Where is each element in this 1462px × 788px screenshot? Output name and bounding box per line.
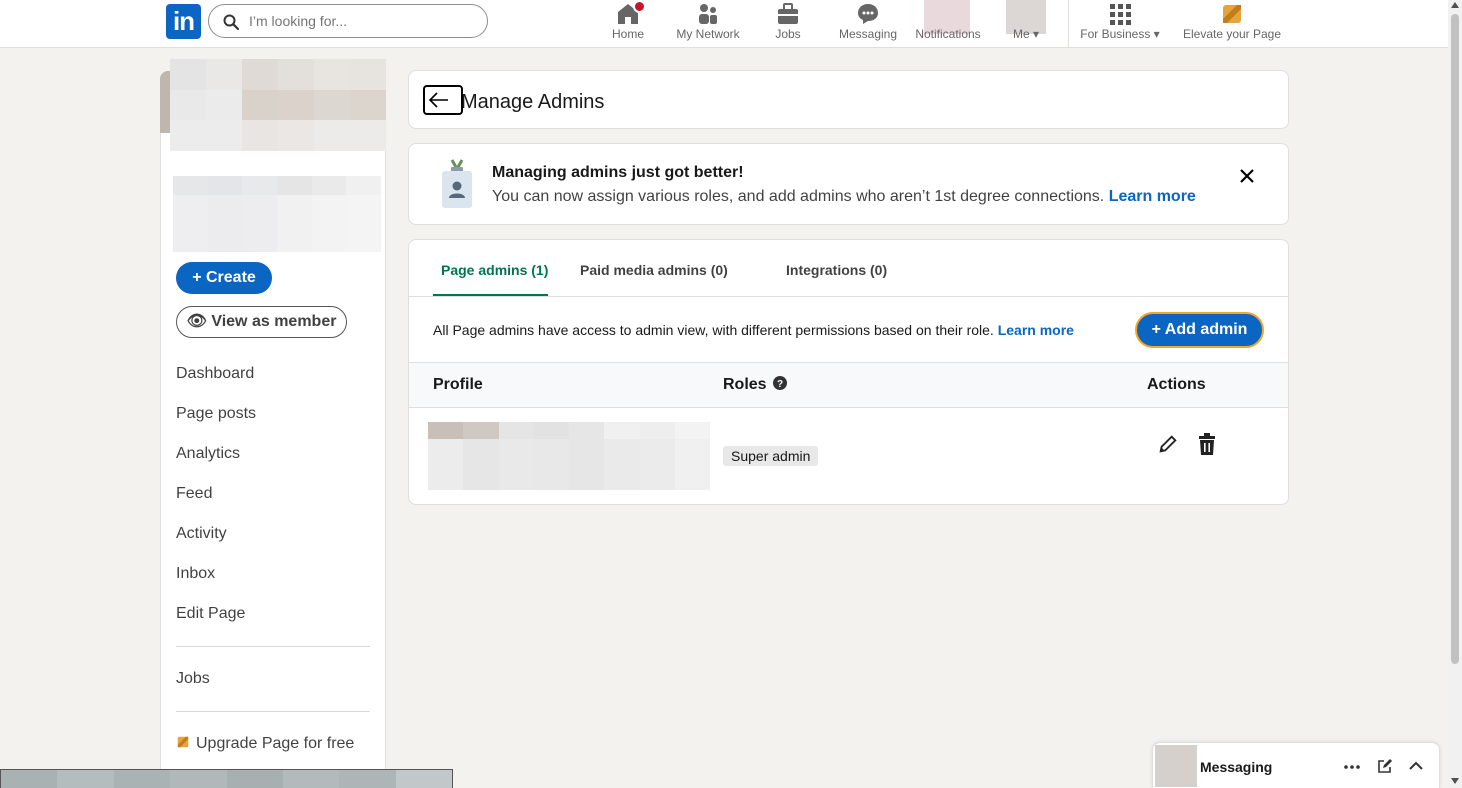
sidebar-upgrade-link[interactable]: Upgrade Page for free bbox=[176, 735, 354, 753]
view-as-member-button[interactable]: 👁 View as member bbox=[176, 306, 347, 338]
add-admin-button[interactable]: + Add admin bbox=[1135, 312, 1264, 348]
tab-integrations[interactable]: Integrations (0) bbox=[786, 262, 887, 278]
nav-me[interactable]: Me ▾ bbox=[1000, 0, 1052, 48]
tabs-divider bbox=[409, 296, 1288, 297]
scroll-up-arrow[interactable] bbox=[1451, 2, 1459, 8]
messaging-avatar bbox=[1155, 745, 1197, 787]
download-bar bbox=[0, 769, 453, 788]
jobs-icon bbox=[778, 3, 798, 24]
banner-title: Managing admins just got better! bbox=[492, 164, 744, 181]
nav-my-network[interactable]: My Network bbox=[672, 0, 744, 48]
create-button[interactable]: + Create bbox=[176, 262, 272, 294]
help-icon[interactable]: ? bbox=[773, 376, 788, 390]
back-button[interactable] bbox=[423, 85, 463, 115]
nav-label: Home bbox=[611, 27, 644, 41]
sidebar-link-page-posts[interactable]: Page posts bbox=[176, 405, 256, 423]
edit-pencil-icon[interactable] bbox=[1157, 433, 1179, 455]
more-options-icon[interactable] bbox=[1344, 759, 1360, 775]
messaging-bar[interactable]: Messaging bbox=[1152, 742, 1440, 788]
create-label: Create bbox=[205, 269, 256, 286]
close-icon[interactable] bbox=[1239, 168, 1255, 184]
tab-page-admins[interactable]: Page admins (1) bbox=[441, 262, 548, 278]
upgrade-label: Upgrade Page for free bbox=[196, 735, 355, 752]
sidebar-link-feed[interactable]: Feed bbox=[176, 485, 212, 503]
banner-learn-more-link[interactable]: Learn more bbox=[1109, 188, 1196, 205]
sidebar-link-inbox[interactable]: Inbox bbox=[176, 565, 215, 583]
column-header-profile: Profile bbox=[433, 376, 483, 393]
sidebar-divider bbox=[176, 711, 370, 712]
search-input[interactable] bbox=[249, 11, 469, 31]
nav-elevate-page[interactable]: Elevate your Page bbox=[1182, 0, 1282, 48]
page-name bbox=[173, 176, 381, 252]
nav-label: Elevate your Page bbox=[1182, 27, 1282, 41]
nav-label: My Network bbox=[676, 27, 740, 41]
nav-jobs[interactable]: Jobs bbox=[762, 0, 814, 48]
search-icon bbox=[223, 14, 239, 30]
scroll-down-arrow[interactable] bbox=[1451, 778, 1459, 784]
arrow-left-icon bbox=[428, 92, 448, 108]
admins-info-text: All Page admins have access to admin vie… bbox=[433, 322, 1074, 338]
page-scrollbar[interactable] bbox=[1448, 0, 1462, 788]
nav-notifications[interactable]: Notifications bbox=[912, 0, 984, 48]
eye-icon: 👁 bbox=[186, 313, 207, 330]
nav-for-business[interactable]: For Business ▾ bbox=[1078, 0, 1162, 48]
info-banner: Managing admins just got better! You can… bbox=[408, 143, 1289, 225]
page-sidebar: + Create 👁 View as member Dashboard Page… bbox=[160, 59, 386, 788]
nav-divider bbox=[1068, 0, 1069, 48]
sidebar-link-analytics[interactable]: Analytics bbox=[176, 445, 240, 463]
nav-label: Jobs bbox=[775, 27, 801, 41]
view-as-member-label: View as member bbox=[211, 313, 337, 330]
banner-text: You can now assign various roles, and ad… bbox=[492, 188, 1196, 205]
sidebar-link-jobs[interactable]: Jobs bbox=[176, 670, 210, 688]
sidebar-link-edit-page[interactable]: Edit Page bbox=[176, 605, 245, 623]
linkedin-logo[interactable]: in bbox=[166, 4, 201, 39]
admins-card: Page admins (1) Paid media admins (0) In… bbox=[408, 239, 1289, 505]
nav-label: Notifications bbox=[915, 27, 981, 41]
admin-profile[interactable] bbox=[428, 422, 710, 490]
tab-paid-media-admins[interactable]: Paid media admins (0) bbox=[580, 262, 728, 278]
compose-icon[interactable] bbox=[1377, 758, 1393, 774]
column-header-roles: Roles ? bbox=[723, 376, 788, 394]
table-header: Profile Roles ? Actions bbox=[409, 362, 1288, 408]
sidebar-link-dashboard[interactable]: Dashboard bbox=[176, 365, 254, 383]
messaging-title: Messaging bbox=[1200, 759, 1273, 775]
nav-label: Messaging bbox=[838, 27, 898, 41]
search-box[interactable] bbox=[208, 4, 488, 38]
sidebar-link-activity[interactable]: Activity bbox=[176, 525, 227, 543]
top-nav: in Home My Network Jobs Messaging Notifi… bbox=[0, 0, 1448, 48]
admins-learn-more-link[interactable]: Learn more bbox=[998, 322, 1074, 338]
svg-text:?: ? bbox=[777, 379, 783, 390]
id-badge-icon bbox=[442, 159, 472, 208]
trash-icon[interactable] bbox=[1197, 433, 1217, 455]
page-title: Manage Admins bbox=[461, 91, 605, 113]
nav-label: For Business ▾ bbox=[1080, 27, 1160, 41]
column-header-actions: Actions bbox=[1147, 376, 1206, 393]
notification-badge bbox=[633, 0, 646, 13]
messaging-icon bbox=[858, 4, 878, 24]
nav-label: Me ▾ bbox=[1012, 27, 1040, 41]
role-badge: Super admin bbox=[723, 446, 819, 466]
nav-messaging[interactable]: Messaging bbox=[836, 0, 900, 48]
nav-home[interactable]: Home bbox=[602, 0, 654, 48]
grid-icon bbox=[1110, 4, 1131, 25]
chevron-up-icon[interactable] bbox=[1408, 758, 1424, 774]
sidebar-divider bbox=[176, 646, 370, 647]
header-card: Manage Admins bbox=[408, 70, 1289, 129]
premium-icon bbox=[1223, 5, 1241, 23]
scroll-thumb[interactable] bbox=[1451, 14, 1459, 664]
add-admin-label: Add admin bbox=[1164, 321, 1248, 338]
network-icon bbox=[699, 4, 717, 24]
page-logo bbox=[170, 59, 386, 151]
premium-icon bbox=[177, 736, 189, 748]
